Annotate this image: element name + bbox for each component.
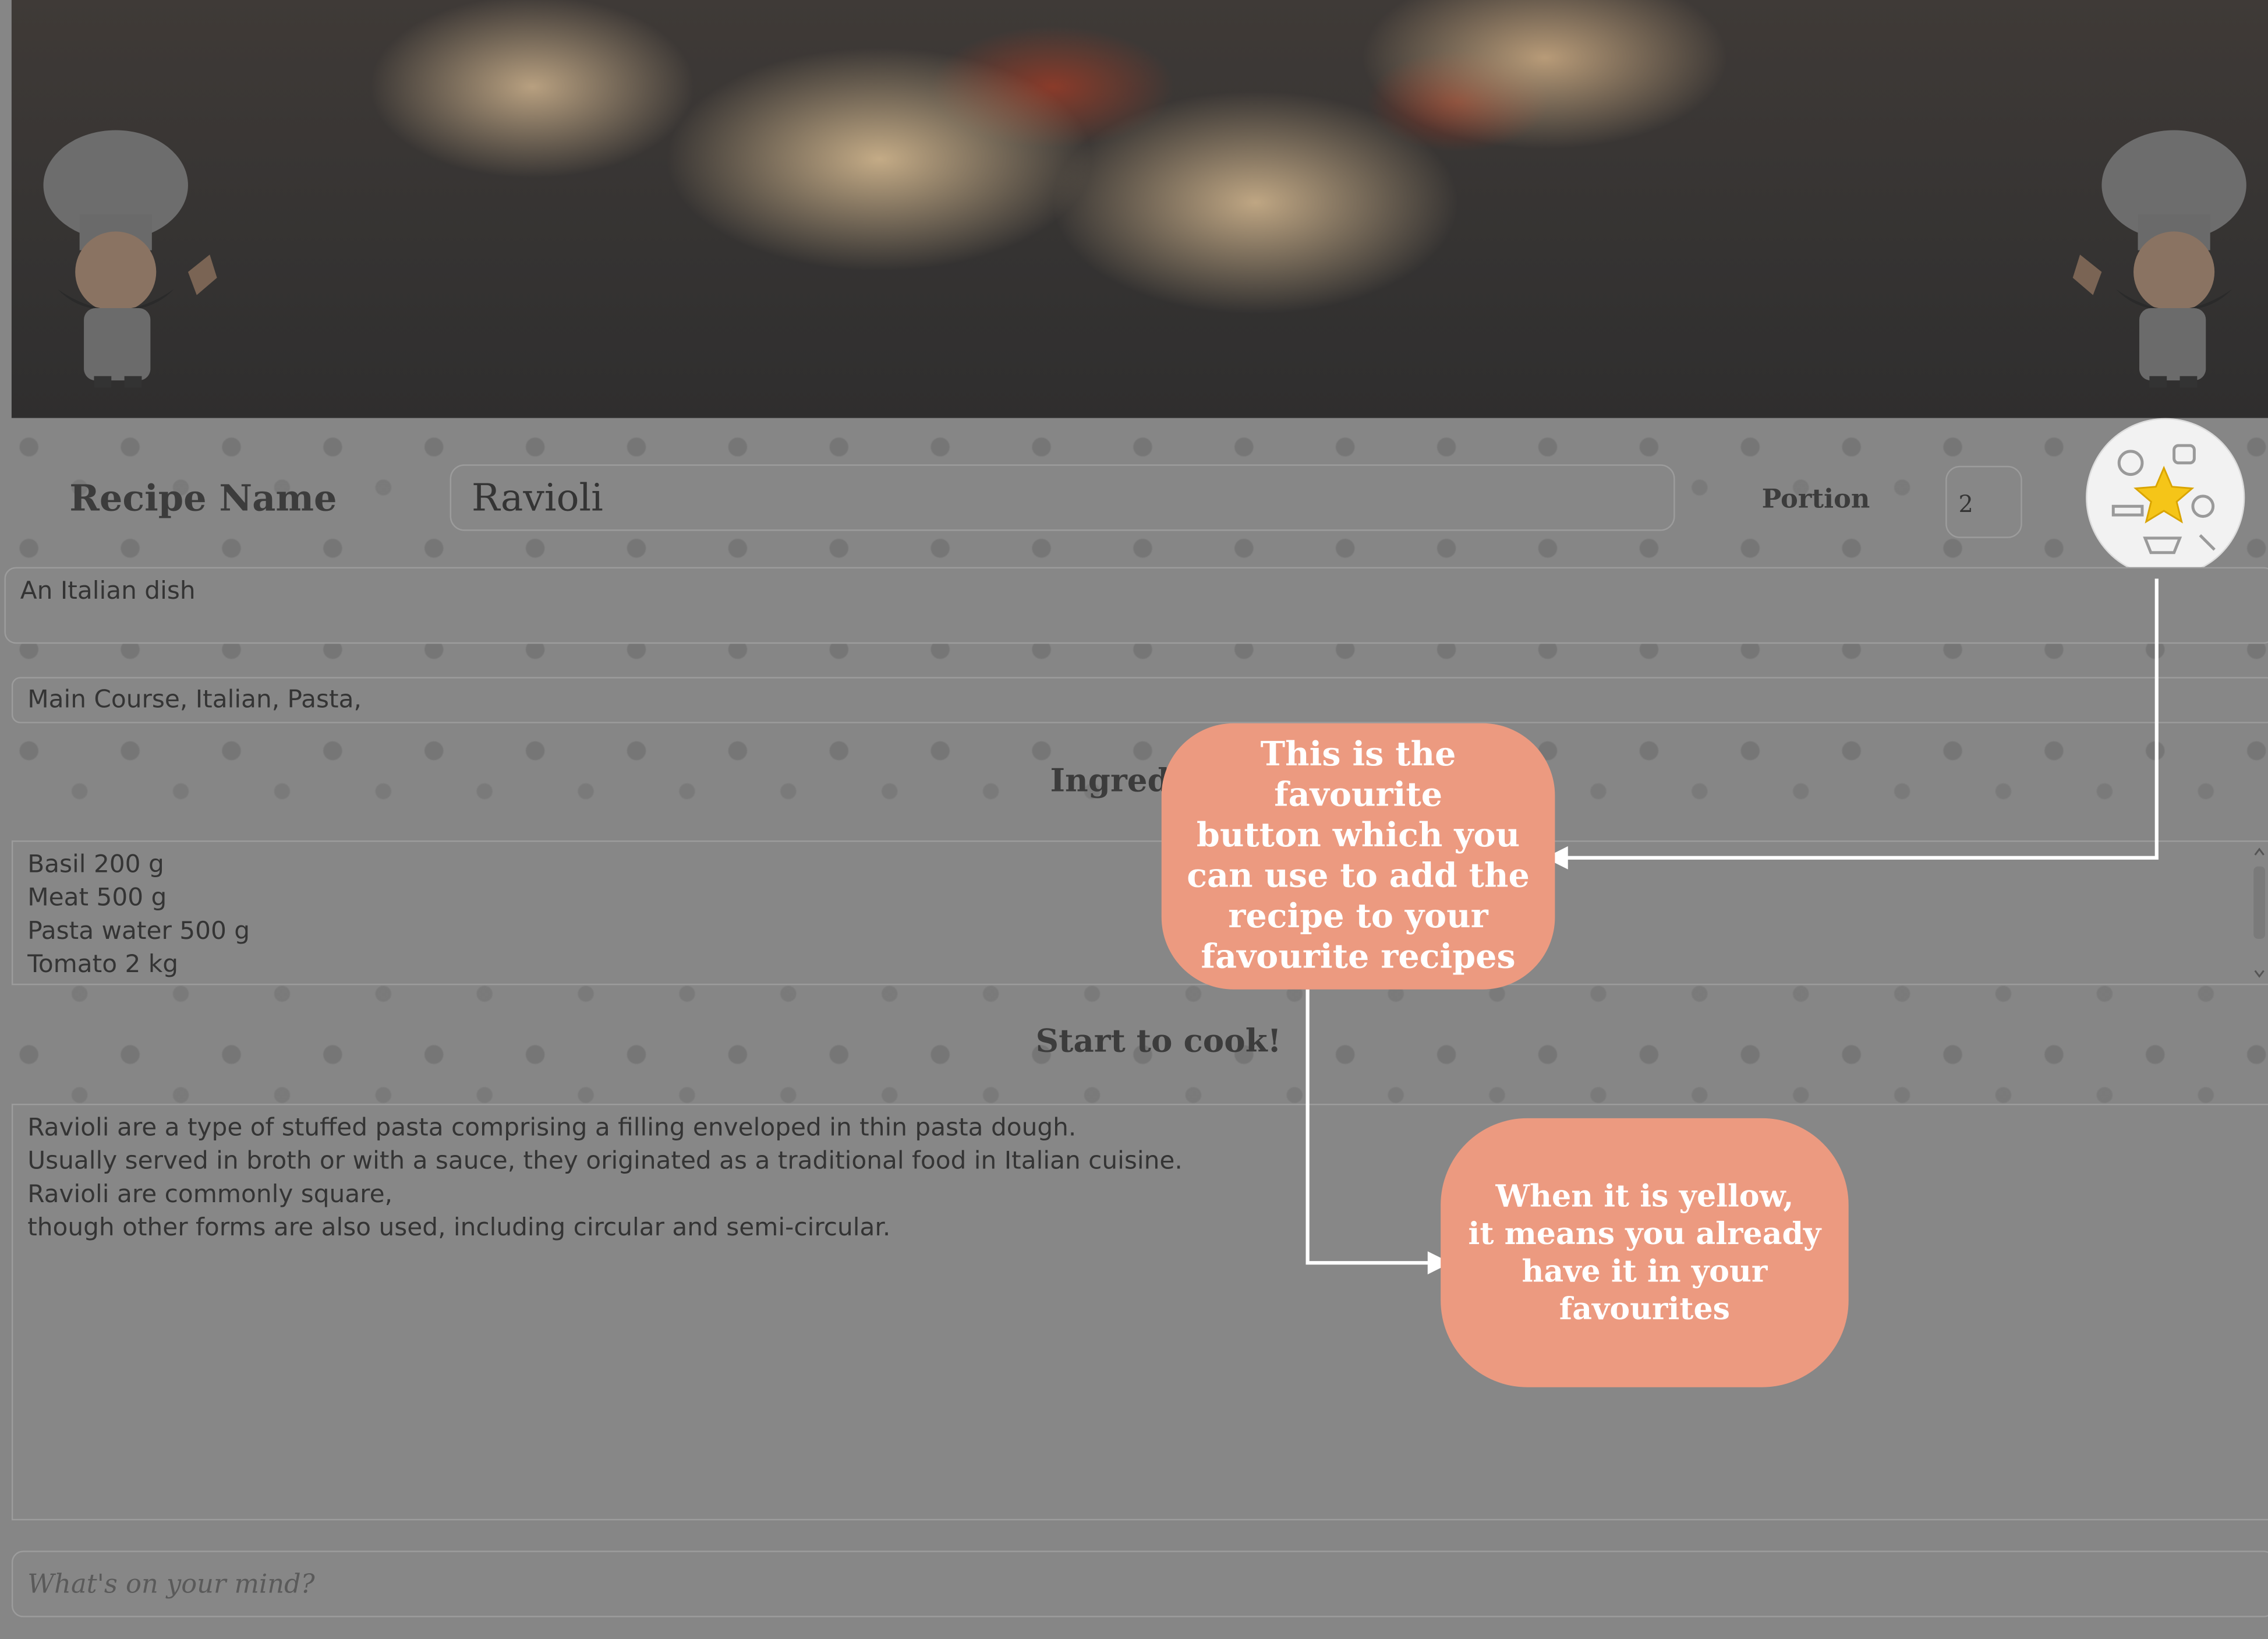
comment-input[interactable]: What's on your mind?: [11, 1550, 2268, 1617]
ingredient-item: Meat 500 g: [27, 884, 167, 913]
yellow-meaning-callout-text: When it is yellow, it means you already …: [1468, 1177, 1821, 1327]
recipe-name-label: Recipe Name: [69, 477, 337, 520]
recipe-name-input[interactable]: Ravioli: [450, 464, 1675, 531]
favourite-button-callout-text: This is the favourite button which you c…: [1187, 734, 1530, 977]
star-icon: [2133, 465, 2195, 524]
cook-heading: Start to cook!: [1035, 1022, 1282, 1061]
instructions-box[interactable]: Ravioli are a type of stuffed pasta comp…: [11, 1103, 2268, 1521]
yellow-meaning-callout: When it is yellow, it means you already …: [1441, 1118, 1849, 1387]
ingredients-scrollbar[interactable]: [2252, 846, 2267, 979]
description-field[interactable]: An Italian dish: [4, 567, 2268, 644]
tutorial-screen: Recipe Name Ravioli Portion 2 An Italian…: [0, 0, 2268, 1639]
chef-mascot-left: [43, 130, 217, 388]
instruction-line: Ravioli are a type of stuffed pasta comp…: [27, 1114, 1077, 1143]
recipe-hero-image: [11, 0, 2268, 418]
instruction-line: Ravioli are commonly square,: [27, 1180, 393, 1210]
chef-mascot-right: [2072, 130, 2246, 388]
instruction-line: though other forms are also used, includ…: [27, 1213, 891, 1243]
favourite-button[interactable]: [2087, 419, 2244, 576]
portion-label: Portion: [1761, 485, 1870, 515]
ingredient-item: Pasta water 500 g: [27, 917, 250, 946]
ingredients-list[interactable]: Basil 200 g Meat 500 g Pasta water 500 g…: [11, 840, 2268, 985]
favourite-button-callout: This is the favourite button which you c…: [1161, 723, 1555, 990]
instruction-line: Usually served in broth or with a sauce,…: [27, 1147, 1183, 1177]
tags-field[interactable]: Main Course, Italian, Pasta,: [11, 677, 2268, 723]
portion-input[interactable]: 2: [1945, 465, 2022, 538]
ingredient-item: Tomato 2 kg: [27, 950, 179, 980]
ingredient-item: Basil 200 g: [27, 850, 164, 880]
